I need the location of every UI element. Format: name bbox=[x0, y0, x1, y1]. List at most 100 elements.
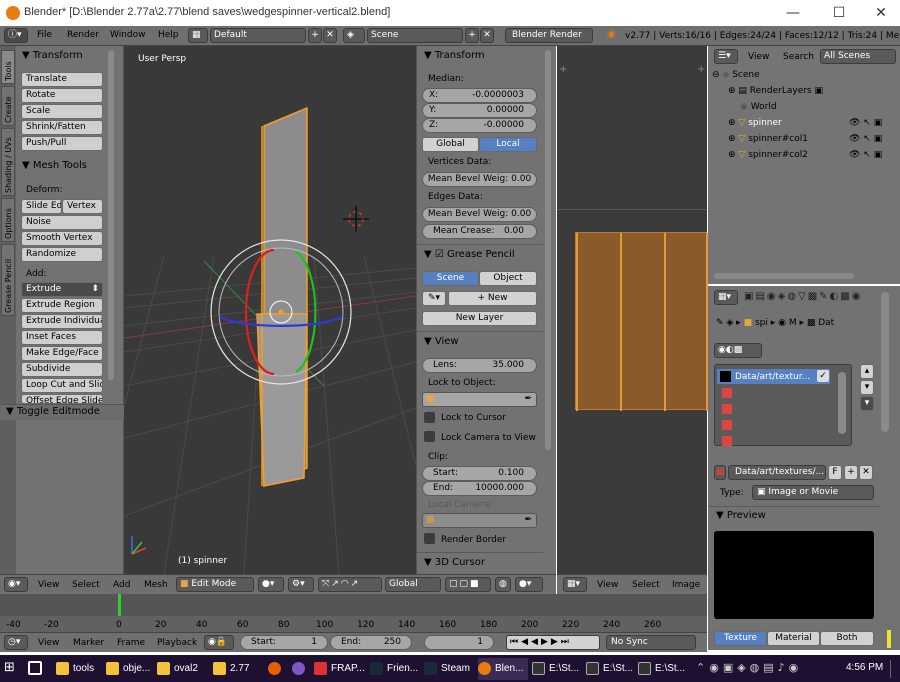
timeline-editor-icon[interactable]: ◷▾ bbox=[4, 635, 28, 650]
gp-scene-toggle[interactable]: Scene bbox=[422, 271, 479, 286]
grease-pencil-checkbox-icon[interactable]: ☑ bbox=[435, 249, 444, 260]
texture-add-icon[interactable]: + bbox=[844, 465, 858, 480]
visibility-eye-icon[interactable]: 👁 ↖ ▣ bbox=[849, 134, 882, 144]
new-layer-button[interactable]: New Layer bbox=[422, 311, 537, 326]
current-frame-field[interactable]: 1 bbox=[424, 635, 494, 650]
layout-field[interactable]: Default bbox=[210, 28, 306, 43]
properties-context-tabs[interactable]: ▣▤◉◈◍▽▩✎◐▩◉ bbox=[744, 291, 862, 302]
outliner-search-menu[interactable]: Search bbox=[783, 52, 814, 62]
playback-controls[interactable]: ⏮◀◀▶▶⏭ bbox=[506, 635, 600, 650]
lock-camera-checkbox[interactable] bbox=[424, 431, 435, 442]
tool-shelf-scrollbar[interactable] bbox=[108, 50, 114, 380]
scene-add-icon[interactable]: + bbox=[465, 28, 479, 43]
sync-mode-select[interactable]: No Sync bbox=[606, 635, 696, 650]
outliner-scrollbar[interactable] bbox=[714, 273, 854, 279]
ie-select-menu[interactable]: Select bbox=[632, 580, 660, 590]
taskbar-item[interactable]: Blen... bbox=[478, 658, 528, 680]
taskbar-item[interactable]: E:\St... bbox=[638, 658, 690, 680]
taskbar-item[interactable]: oval2 bbox=[157, 658, 203, 680]
start-frame-field[interactable]: Start: 1 bbox=[240, 635, 328, 650]
task-view-icon[interactable] bbox=[28, 661, 42, 675]
preview-panel-header[interactable]: ▼ Preview bbox=[716, 510, 766, 521]
taskbar-item[interactable]: obje... bbox=[106, 658, 154, 680]
current-frame-marker[interactable] bbox=[118, 594, 121, 616]
rotate-button[interactable]: Rotate bbox=[21, 88, 103, 103]
vp-view-menu[interactable]: View bbox=[38, 580, 59, 590]
scene-icon[interactable]: ◈ bbox=[343, 28, 365, 43]
mode-select[interactable]: ■ Edit Mode bbox=[176, 577, 254, 592]
mean-crease-field[interactable]: Mean Crease: 0.00 bbox=[422, 224, 537, 239]
slot-move-up-icon[interactable]: ▴ bbox=[860, 364, 874, 379]
view-panel-header[interactable]: ▼ View bbox=[424, 336, 459, 347]
3d-cursor-header[interactable]: ▼ 3D Cursor bbox=[424, 557, 485, 568]
select-mode-toggles[interactable]: ▢▢■ bbox=[445, 577, 491, 592]
preview-material-tab[interactable]: Material bbox=[767, 631, 820, 646]
taskbar-item[interactable]: 2.77 bbox=[213, 658, 259, 680]
tree-row-spinner-col2[interactable]: ⊕ ▽ spinner#col2 bbox=[728, 150, 808, 160]
texture-type-icon[interactable]: ▩ bbox=[714, 465, 726, 480]
texture-remove-icon[interactable]: ✕ bbox=[859, 465, 873, 480]
3d-cursor-icon[interactable] bbox=[343, 206, 369, 232]
make-edge-face-button[interactable]: Make Edge/Face bbox=[21, 346, 103, 361]
show-desktop-button[interactable] bbox=[890, 660, 900, 678]
slide-vertex-button[interactable]: Vertex bbox=[62, 199, 103, 214]
noise-button[interactable]: Noise bbox=[21, 215, 103, 230]
visibility-eye-icon[interactable]: 👁 ↖ ▣ bbox=[849, 150, 882, 160]
outliner-editor-icon[interactable]: ☰▾ bbox=[714, 49, 738, 64]
layout-icon[interactable]: ▦ bbox=[188, 28, 208, 43]
vp-select-menu[interactable]: Select bbox=[72, 580, 100, 590]
lock-object-field[interactable]: ■ ✒ bbox=[422, 392, 537, 407]
inset-faces-button[interactable]: Inset Faces bbox=[21, 330, 103, 345]
taskbar-item[interactable]: E:\St... bbox=[532, 658, 584, 680]
gp-pencil-icon[interactable]: ✎▾ bbox=[422, 291, 446, 306]
smooth-vertex-button[interactable]: Smooth Vertex bbox=[21, 231, 103, 246]
ie-image-menu[interactable]: Image bbox=[672, 580, 700, 590]
ie-view-menu[interactable]: View bbox=[597, 580, 618, 590]
mean-bevel-weight-vertex-field[interactable]: Mean Bevel Weig: 0.00 bbox=[422, 172, 537, 187]
taskbar-app-icon[interactable] bbox=[292, 658, 308, 680]
viewport-editor-icon[interactable]: ◉▾ bbox=[4, 577, 28, 592]
windows-start-icon[interactable]: ⊞ bbox=[4, 661, 18, 675]
n-panel-scrollbar[interactable] bbox=[545, 50, 551, 450]
preview-texture-tab[interactable]: Texture bbox=[714, 631, 767, 646]
layout-remove-icon[interactable]: ✕ bbox=[323, 28, 337, 43]
vp-add-menu[interactable]: Add bbox=[113, 580, 130, 590]
layout-add-icon[interactable]: + bbox=[308, 28, 322, 43]
texture-name-field[interactable]: Data/art/textures/... bbox=[728, 465, 826, 480]
menu-help[interactable]: Help bbox=[158, 30, 179, 40]
tab-tools[interactable]: Tools bbox=[1, 50, 15, 84]
tab-shading-uvs[interactable]: Shading / UVs bbox=[1, 128, 15, 196]
translate-button[interactable]: Translate bbox=[21, 72, 103, 87]
eyedropper-icon[interactable]: ✒ bbox=[524, 393, 532, 406]
fake-user-button[interactable]: F bbox=[828, 465, 842, 480]
texture-enable-checkbox[interactable]: ✓ bbox=[817, 370, 829, 382]
vp-mesh-menu[interactable]: Mesh bbox=[144, 580, 168, 590]
image-editor[interactable]: + + bbox=[557, 46, 708, 574]
manipulator-toggles[interactable]: ⤧↗◠↗ bbox=[318, 577, 382, 592]
maximize-button[interactable]: ☐ bbox=[824, 3, 854, 23]
menu-render[interactable]: Render bbox=[67, 30, 99, 40]
texture-context-icons[interactable]: ◉◐▩ bbox=[714, 343, 762, 358]
tl-view-menu[interactable]: View bbox=[38, 638, 59, 648]
tree-row-renderlayers[interactable]: ⊕ ▤ RenderLayers ▣ bbox=[728, 86, 823, 96]
n-transform-header[interactable]: ▼ Transform bbox=[424, 50, 485, 61]
visibility-eye-icon[interactable]: 👁 ↖ ▣ bbox=[849, 118, 882, 128]
extrude-region-button[interactable]: Extrude Region bbox=[21, 298, 103, 313]
tl-marker-menu[interactable]: Marker bbox=[73, 638, 104, 648]
minimize-button[interactable]: — bbox=[778, 3, 808, 23]
taskbar-firefox-icon[interactable] bbox=[268, 658, 284, 680]
slide-edge-button[interactable]: Slide Ed bbox=[21, 199, 62, 214]
scale-button[interactable]: Scale bbox=[21, 104, 103, 119]
properties-editor-icon[interactable]: ▦▾ bbox=[714, 290, 738, 305]
taskbar-item[interactable]: Steam bbox=[424, 658, 474, 680]
preview-both-tab[interactable]: Both bbox=[820, 631, 874, 646]
taskbar-item[interactable]: E:\St... bbox=[586, 658, 638, 680]
transform-panel-header[interactable]: ▼ Transform bbox=[22, 50, 83, 61]
scene-remove-icon[interactable]: ✕ bbox=[480, 28, 494, 43]
render-border-checkbox[interactable] bbox=[424, 533, 435, 544]
system-tray-icons[interactable]: ⌃◉▣◈◍▤♪◉ bbox=[696, 661, 836, 677]
grease-pencil-header[interactable]: ▼ ☑ Grease Pencil bbox=[424, 249, 515, 260]
record-keyframe-icon[interactable]: ◉🔒 bbox=[204, 635, 234, 650]
editor-type-info-icon[interactable]: ⓘ▾ bbox=[4, 28, 28, 43]
tree-row-spinner-col1[interactable]: ⊕ ▽ spinner#col1 bbox=[728, 134, 808, 144]
